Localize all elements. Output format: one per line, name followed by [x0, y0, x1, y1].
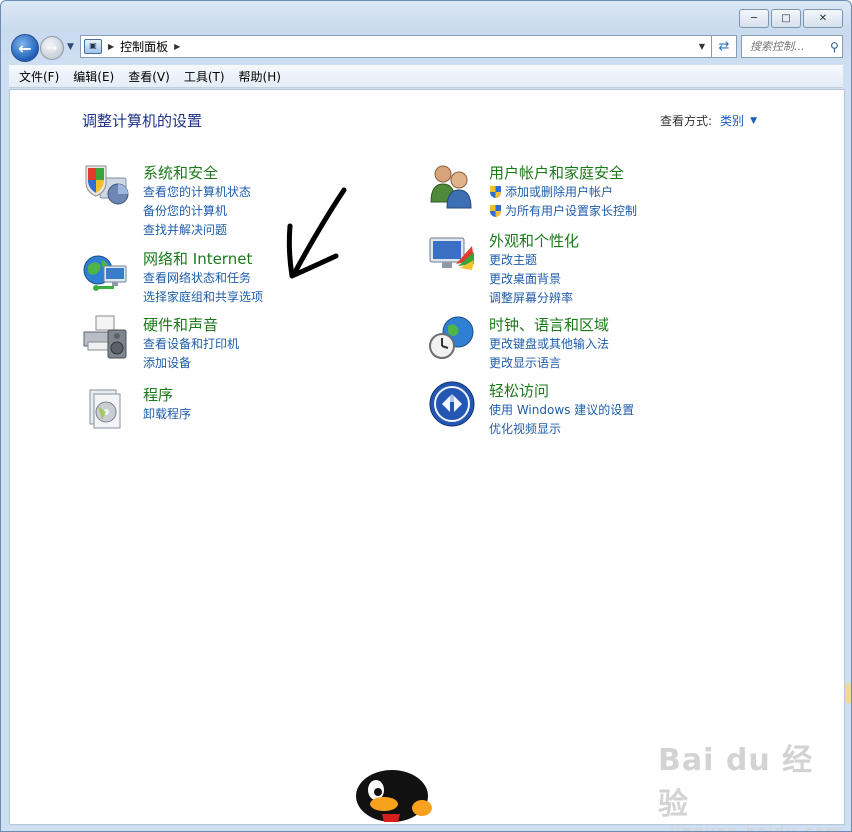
- category-title[interactable]: 硬件和声音: [143, 314, 218, 335]
- link-network-status[interactable]: 查看网络状态和任务: [143, 268, 263, 287]
- back-button[interactable]: ←: [11, 34, 39, 62]
- recent-pages-dropdown[interactable]: ▼: [67, 42, 74, 52]
- category-title[interactable]: 用户帐户和家庭安全: [489, 162, 624, 183]
- uac-shield-icon: [490, 204, 501, 217]
- view-by-label: 查看方式:: [660, 114, 713, 128]
- link-optimize-video-display[interactable]: 优化视频显示: [489, 419, 634, 438]
- category-title[interactable]: 网络和 Internet: [143, 248, 252, 269]
- category-appearance: 外观和个性化 更改主题 更改桌面背景 调整屏幕分辨率: [428, 230, 788, 305]
- category-ease-of-access: 轻松访问 使用 Windows 建议的设置 优化视频显示: [428, 380, 788, 440]
- link-screen-resolution[interactable]: 调整屏幕分辨率: [489, 288, 573, 307]
- refresh-button[interactable]: ⇄: [711, 35, 737, 58]
- caption-buttons: ─ □ ✕: [739, 9, 843, 28]
- control-panel-icon: ▣: [84, 39, 102, 54]
- network-globe-icon: [83, 255, 127, 291]
- minimize-button[interactable]: ─: [739, 9, 769, 28]
- refresh-icon: ⇄: [718, 39, 730, 54]
- link-windows-recommended-settings[interactable]: 使用 Windows 建议的设置: [489, 400, 634, 419]
- close-icon: ✕: [818, 13, 828, 24]
- arrow-left-icon: ←: [18, 38, 32, 58]
- main-content: 调整计算机的设置 查看方式: 类别 ▼ 系统和安全 查看您的计算机状态 备份您的…: [9, 89, 845, 831]
- category-title[interactable]: 轻松访问: [489, 380, 549, 401]
- link-view-computer-status[interactable]: 查看您的计算机状态: [143, 182, 251, 201]
- link-parental-controls[interactable]: 为所有用户设置家长控制: [489, 201, 637, 220]
- menu-bar: 文件(F) 编辑(E) 查看(V) 工具(T) 帮助(H): [9, 65, 843, 88]
- edge-handle: [845, 683, 851, 703]
- category-title[interactable]: 外观和个性化: [489, 230, 579, 251]
- link-desktop-background[interactable]: 更改桌面背景: [489, 269, 573, 288]
- shield-computer-icon: [85, 165, 129, 205]
- breadcrumb[interactable]: 控制面板: [120, 38, 168, 55]
- menu-file[interactable]: 文件(F): [9, 68, 64, 85]
- link-change-keyboard[interactable]: 更改键盘或其他输入法: [489, 334, 609, 353]
- programs-icon: [89, 389, 121, 429]
- chevron-down-icon[interactable]: ▼: [750, 116, 757, 126]
- link-label[interactable]: 为所有用户设置家长控制: [505, 202, 637, 219]
- users-icon: [430, 165, 472, 209]
- control-panel-window: ─ □ ✕ ← → ▼ ▣ ▶ 控制面板 ▶ ▼ ⇄ ⚲ 文件(F) 编辑(E)…: [0, 0, 852, 832]
- view-by: 查看方式: 类别 ▼: [660, 112, 757, 129]
- category-clock-language-region: 时钟、语言和区域 更改键盘或其他输入法 更改显示语言: [428, 314, 788, 374]
- link-devices-printers[interactable]: 查看设备和打印机: [143, 334, 239, 353]
- printer-speaker-icon: [83, 315, 127, 359]
- link-change-theme[interactable]: 更改主题: [489, 250, 573, 269]
- menu-tools[interactable]: 工具(T): [175, 68, 230, 85]
- category-system-security: 系统和安全 查看您的计算机状态 备份您的计算机 查找并解决问题: [82, 162, 442, 237]
- link-add-device[interactable]: 添加设备: [143, 353, 239, 372]
- search-icon[interactable]: ⚲: [830, 40, 839, 54]
- link-label[interactable]: 添加或删除用户帐户: [505, 183, 613, 200]
- category-title[interactable]: 程序: [143, 384, 173, 405]
- uac-shield-icon: [490, 185, 501, 198]
- forward-button[interactable]: →: [40, 36, 64, 60]
- watermark-url: jingyan.baidu.com: [670, 823, 843, 832]
- breadcrumb-chevron-icon[interactable]: ▶: [108, 42, 114, 51]
- search-input[interactable]: [748, 39, 828, 54]
- category-hardware-sound: 硬件和声音 查看设备和打印机 添加设备: [82, 314, 442, 374]
- search-box[interactable]: ⚲: [741, 35, 843, 58]
- minimize-icon: ─: [750, 13, 758, 24]
- hand-drawn-arrow-annotation: [286, 187, 347, 279]
- view-by-dropdown[interactable]: 类别: [720, 112, 744, 129]
- link-troubleshoot[interactable]: 查找并解决问题: [143, 220, 251, 239]
- address-dropdown-icon[interactable]: ▼: [699, 42, 705, 51]
- breadcrumb-chevron-icon[interactable]: ▶: [174, 42, 180, 51]
- watermark-brand: Bai du 经验: [658, 743, 814, 822]
- maximize-button[interactable]: □: [771, 9, 801, 28]
- monitor-palette-icon: [429, 237, 474, 270]
- category-network-internet: 网络和 Internet 查看网络状态和任务 选择家庭组和共享选项: [82, 248, 442, 308]
- menu-view[interactable]: 查看(V): [119, 68, 175, 85]
- penguin-mascot-logo: [356, 770, 432, 822]
- baidu-jingyan-watermark: Bai du 经验 jingyan.baidu.com: [658, 735, 844, 832]
- close-button[interactable]: ✕: [803, 9, 843, 28]
- page-title: 调整计算机的设置: [82, 112, 203, 130]
- maximize-icon: □: [781, 13, 791, 24]
- menu-edit[interactable]: 编辑(E): [64, 68, 119, 85]
- clock-globe-icon: [429, 316, 474, 359]
- arrow-right-icon: →: [46, 40, 58, 56]
- ease-of-access-icon: [429, 381, 475, 427]
- link-backup-computer[interactable]: 备份您的计算机: [143, 201, 251, 220]
- link-uninstall-program[interactable]: 卸载程序: [143, 404, 191, 423]
- category-title[interactable]: 系统和安全: [143, 162, 218, 183]
- link-add-remove-accounts[interactable]: 添加或删除用户帐户: [489, 182, 637, 201]
- category-title[interactable]: 时钟、语言和区域: [489, 314, 609, 335]
- link-display-language[interactable]: 更改显示语言: [489, 353, 609, 372]
- address-bar[interactable]: ▣ ▶ 控制面板 ▶ ▼: [80, 35, 712, 58]
- link-homegroup-sharing[interactable]: 选择家庭组和共享选项: [143, 287, 263, 306]
- menu-help[interactable]: 帮助(H): [230, 68, 286, 85]
- category-programs: 程序 卸载程序: [82, 384, 442, 434]
- category-user-accounts: 用户帐户和家庭安全 添加或删除用户帐户 为所有用户设置家长控制: [428, 162, 788, 222]
